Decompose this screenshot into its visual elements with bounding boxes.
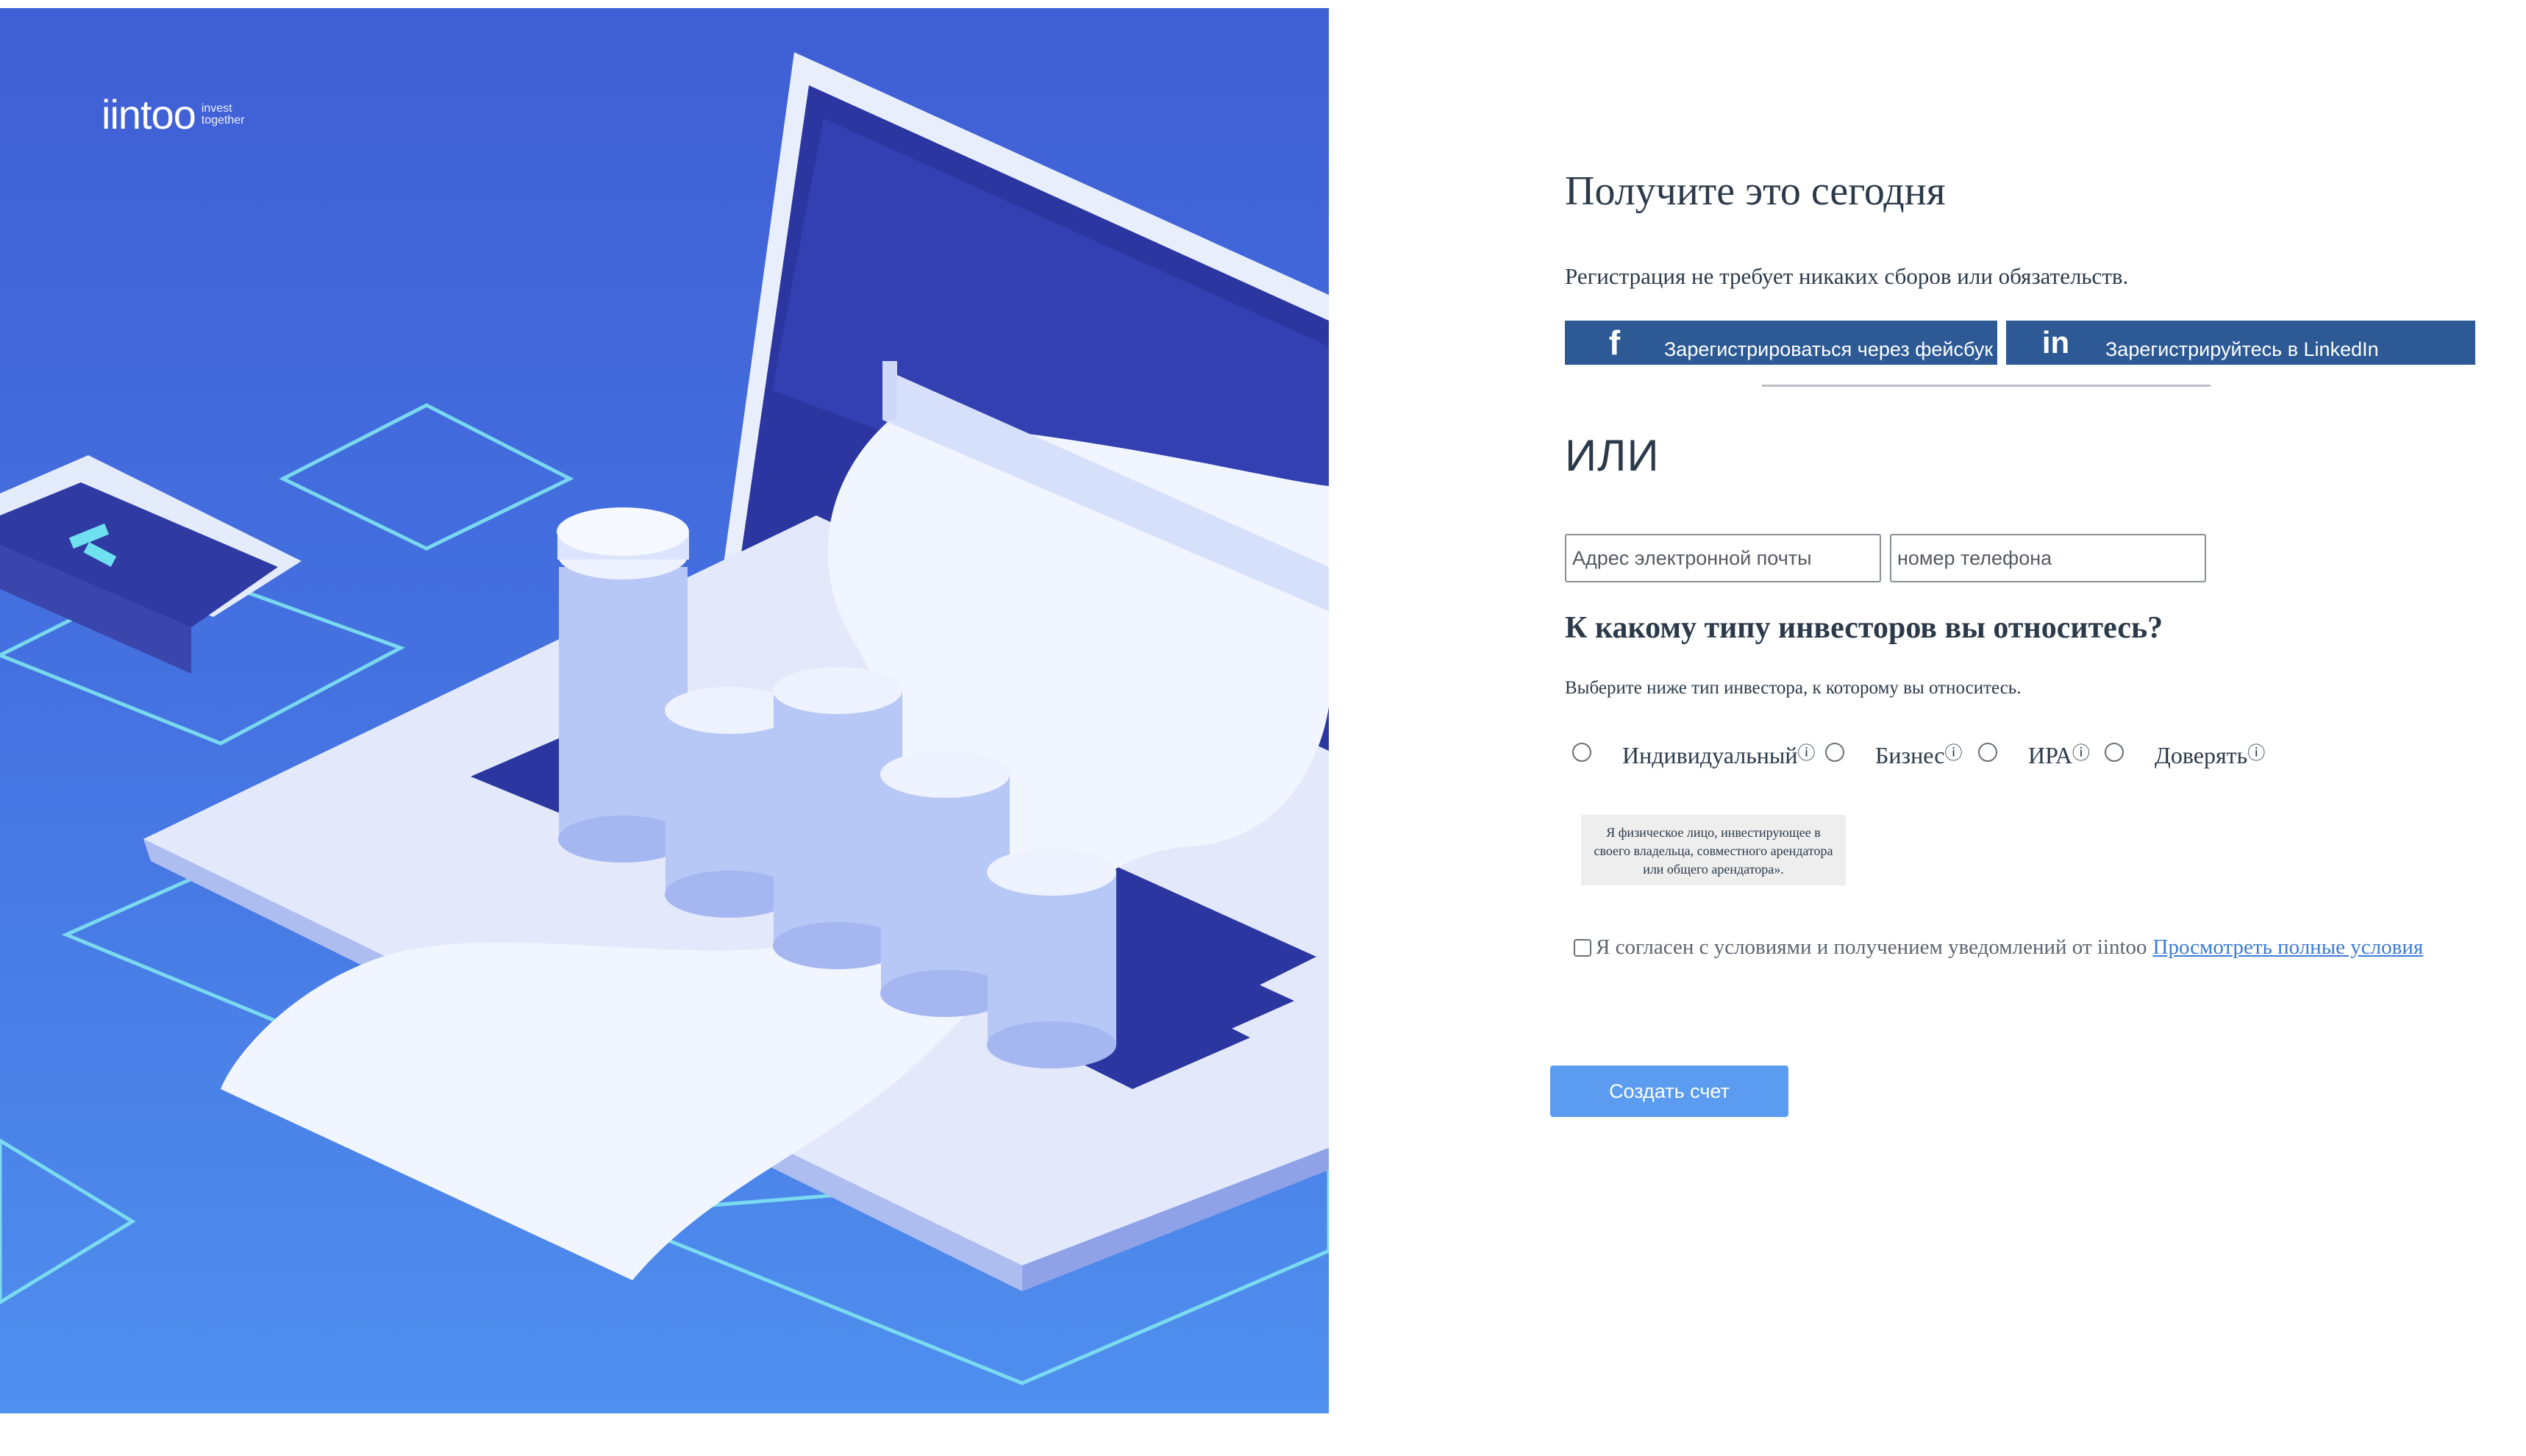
- investor-type-individual: Индивидуальныйⓘ: [1622, 738, 1816, 769]
- facebook-signup-label: Зарегистрироваться через фейсбук: [1664, 338, 1994, 360]
- divider: [1762, 385, 2211, 387]
- investor-type-label: Бизнес: [1875, 742, 1945, 768]
- radio-individual[interactable]: [1572, 743, 1591, 762]
- investor-type-tooltip: Я физическое лицо, инвестирующее в своег…: [1581, 815, 1846, 885]
- page-subtitle: Регистрация не требует никаких сборов ил…: [1565, 263, 2129, 289]
- page-title: Получите это сегодня: [1565, 168, 1946, 214]
- investor-type-trust: Доверятьⓘ: [2155, 738, 2265, 769]
- investor-type-label: Доверять: [2155, 742, 2248, 768]
- linkedin-signup-label: Зарегистрируйтесь в LinkedIn: [2105, 338, 2379, 360]
- phone-field[interactable]: [1890, 534, 2206, 582]
- radio-trust[interactable]: [2105, 743, 2124, 762]
- terms-checkbox[interactable]: [1574, 938, 1591, 957]
- brand-tagline-line1: invest: [201, 101, 232, 115]
- brand-tagline-line2: together: [201, 113, 245, 126]
- radio-ira[interactable]: [1978, 743, 1997, 762]
- terms-agreement-text: Я согласен с условиями и получением увед…: [1596, 935, 2147, 959]
- investor-type-label: Индивидуальный: [1622, 742, 1798, 768]
- terms-link[interactable]: Просмотреть полные условия: [2153, 935, 2424, 960]
- info-icon[interactable]: ⓘ: [2247, 744, 2265, 763]
- linkedin-icon: in: [2041, 325, 2070, 360]
- brand-name: iintoo: [101, 91, 196, 138]
- investor-type-label: ИРА: [2028, 742, 2072, 768]
- investor-type-business: Бизнесⓘ: [1875, 738, 1962, 769]
- signup-form: Получите это сегодня Регистрация не треб…: [1550, 0, 2475, 1456]
- investor-type-ira: ИРАⓘ: [2028, 738, 2090, 769]
- brand-tagline: invest together: [201, 101, 245, 126]
- email-field[interactable]: [1565, 534, 1881, 582]
- brand-logo: iintoo invest together: [101, 90, 245, 138]
- facebook-icon: f: [1608, 324, 1621, 362]
- terms-agreement: Я согласен с условиями и получением увед…: [1574, 935, 2423, 960]
- info-icon[interactable]: ⓘ: [2072, 744, 2090, 763]
- investor-type-question: К какому типу инвесторов вы относитесь?: [1565, 611, 2163, 645]
- create-account-button[interactable]: Создать счет: [1550, 1066, 1788, 1117]
- facebook-signup-button[interactable]: f Зарегистрироваться через фейсбук: [1565, 321, 1997, 365]
- hero-illustration: iintoo invest together: [0, 8, 1329, 1413]
- linkedin-signup-button[interactable]: in Зарегистрируйтесь в LinkedIn: [2006, 321, 2475, 365]
- investor-type-hint: Выберите ниже тип инвестора, к которому …: [1565, 678, 2022, 698]
- info-icon[interactable]: ⓘ: [1944, 744, 1962, 763]
- or-separator: ИЛИ: [1565, 431, 1660, 480]
- radio-business[interactable]: [1825, 743, 1844, 762]
- info-icon[interactable]: ⓘ: [1798, 744, 1816, 763]
- laptop-illustration: [0, 52, 1329, 1385]
